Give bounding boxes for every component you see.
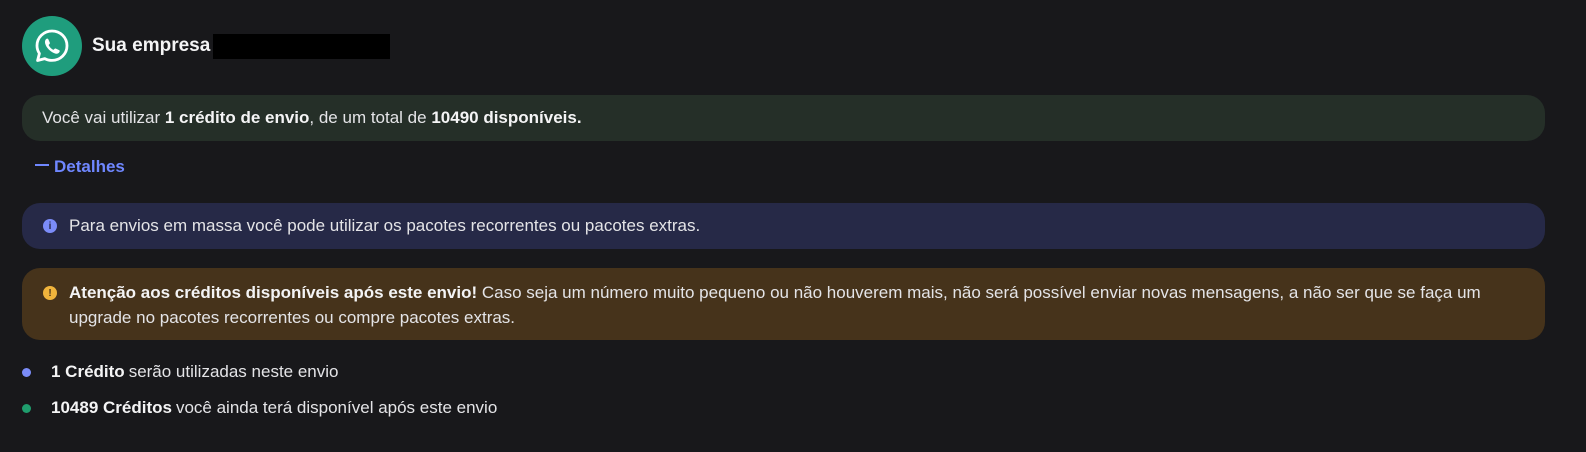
redacted-company-name — [213, 33, 391, 59]
credits-remaining-text: você ainda terá disponível após este env… — [175, 398, 498, 417]
warning-icon: ! — [43, 286, 57, 300]
info-banner: i Para envios em massa você pode utiliza… — [22, 203, 1545, 249]
list-item: 10489 Créditos você ainda terá disponíve… — [22, 398, 497, 418]
list-item: 1 Crédito serão utilizadas neste envio — [22, 362, 338, 382]
info-text: Para envios em massa você pode utilizar … — [69, 216, 701, 235]
credit-amount: 1 crédito de envio — [164, 108, 310, 127]
warning-title: Atenção aos créditos disponíveis após es… — [69, 283, 478, 302]
credits-used-value: 1 Crédito — [51, 362, 125, 381]
company-header: Sua empresa — [22, 16, 391, 76]
whatsapp-icon — [22, 16, 82, 76]
minus-icon — [35, 164, 49, 166]
send-credits-panel: Sua empresa Você vai utilizar 1 crédito … — [0, 0, 1586, 452]
credit-usage-prefix: Você vai utilizar — [42, 108, 161, 127]
bullet-dot — [22, 367, 31, 377]
credit-usage-middle: , de um total de — [309, 108, 427, 127]
company-label: Sua empresa — [92, 35, 211, 56]
warning-message: Atenção aos créditos disponíveis após es… — [69, 280, 1515, 330]
total-available: 10490 disponíveis — [431, 108, 577, 127]
company-name: Sua empresa — [92, 33, 391, 59]
info-icon: i — [43, 219, 57, 233]
credit-usage-suffix: . — [576, 108, 582, 127]
bullet-dot — [22, 403, 31, 413]
details-label: Detalhes — [54, 157, 125, 176]
credits-remaining-value: 10489 Créditos — [51, 398, 172, 417]
credit-usage-banner: Você vai utilizar 1 crédito de envio, de… — [22, 95, 1545, 141]
credits-used-text: serão utilizadas neste envio — [128, 362, 339, 381]
warning-banner: ! Atenção aos créditos disponíveis após … — [22, 268, 1545, 340]
details-toggle[interactable]: Detalhes — [35, 157, 125, 177]
